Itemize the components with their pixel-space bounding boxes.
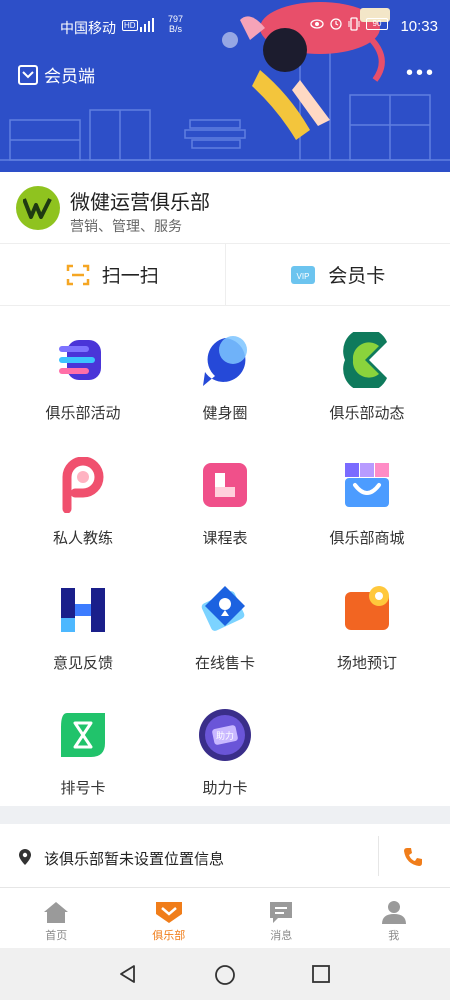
feature-grid: 俱乐部活动 健身圈 俱乐部动态 私人教练 课程表 俱乐部商城 意见反馈 在线售卡… [0,306,450,806]
club-name: 微健运营俱乐部 [70,192,210,214]
carrier-name: 中国移动 [60,20,116,36]
schedule-icon [203,463,247,507]
grid-item-club-activity[interactable]: 俱乐部活动 [8,306,158,431]
boost-badge-text: 助力 [216,730,234,741]
eye-icon [310,19,324,29]
scan-button[interactable]: 扫一扫 [0,244,225,305]
member-card-button[interactable]: VIP 会员卡 [224,244,450,305]
battery-icon: 90 [366,18,388,30]
grid-item-venue-booking[interactable]: 场地预订 [292,556,442,681]
message-icon [270,902,293,923]
club-description: 营销、管理、服务 [70,218,182,234]
feedback-icon [61,588,105,632]
status-bar: 中国移动 HD 797 B/s 90 10:33 [0,0,450,52]
home-button-icon[interactable] [214,964,236,986]
grid-item-label: 课程表 [202,530,248,547]
back-icon[interactable] [118,964,138,984]
grid-item-label: 俱乐部活动 [45,405,121,422]
venue-booking-icon [345,586,389,630]
grid-item-label: 私人教练 [52,530,113,547]
speed-value: 797 [168,14,184,24]
personal-trainer-icon [62,457,104,513]
location-pin-icon [19,849,31,865]
vibrate-icon [348,17,360,31]
recent-apps-icon[interactable] [311,964,331,984]
grid-item-online-card-sales[interactable]: 在线售卡 [150,556,300,681]
club-news-icon [343,332,387,388]
tab-label: 消息 [270,930,293,942]
club-store-icon [345,463,389,507]
home-icon [44,902,69,923]
online-card-sales-icon [201,586,245,631]
clock: 10:33 [400,18,438,35]
tab-label: 我 [388,930,400,942]
quick-actions: 扫一扫 VIP 会员卡 [0,244,450,306]
location-bar: 该俱乐部暂未设置位置信息 [0,824,450,888]
club-activity-icon [59,340,101,380]
grid-item-label: 助力卡 [202,780,248,797]
signal-icon [140,18,154,32]
tab-home[interactable]: 首页 [0,888,113,948]
location-text: 该俱乐部暂未设置位置信息 [44,851,225,868]
club-icon [155,902,182,923]
grid-item-club-store[interactable]: 俱乐部商城 [292,431,442,556]
grid-item-label: 意见反馈 [52,655,113,672]
tab-label: 俱乐部 [152,930,186,942]
more-options-icon[interactable]: ••• [406,62,436,85]
boost-card-icon: 助力 [199,709,251,761]
tab-label: 首页 [45,930,68,942]
grid-item-boost-card[interactable]: 助力 助力卡 [150,681,300,806]
club-header[interactable]: 微健运营俱乐部 营销、管理、服务 [0,172,450,244]
grid-item-fitness-circle[interactable]: 健身圈 [150,306,300,431]
vip-card-icon: VIP [291,265,316,284]
grid-item-label: 场地预订 [336,655,397,672]
tab-profile[interactable]: 我 [338,888,450,948]
speed-unit: B/s [169,24,183,34]
club-logo [16,186,60,230]
member-card-label: 会员卡 [328,266,386,287]
grid-item-personal-trainer[interactable]: 私人教练 [8,431,158,556]
queue-card-icon [61,713,105,757]
grid-item-feedback[interactable]: 意见反馈 [8,556,158,681]
bottom-tab-bar: 首页 俱乐部 消息 我 [0,888,450,948]
club-logo-icon [23,198,52,219]
grid-item-label: 俱乐部商城 [329,530,405,547]
tab-messages[interactable]: 消息 [225,888,338,948]
chevron-down-icon [18,64,38,85]
alarm-icon [330,18,342,30]
scan-icon [66,264,89,285]
member-mode-label: 会员端 [44,67,95,86]
phone-icon[interactable] [402,846,424,868]
grid-item-queue-card[interactable]: 排号卡 [8,681,158,806]
status-icons: 90 [310,17,388,31]
grid-item-label: 排号卡 [60,780,106,797]
scan-label: 扫一扫 [101,266,159,287]
header-banner: 中国移动 HD 797 B/s 90 10:33 会员端 ••• [0,0,450,172]
hd-indicator: HD [122,20,138,31]
grid-item-label: 健身圈 [202,405,248,422]
grid-item-label: 在线售卡 [194,655,255,672]
system-navigation-bar [0,948,450,1000]
tab-club[interactable]: 俱乐部 [113,888,226,948]
member-mode-switch[interactable]: 会员端 [18,62,95,87]
section-divider [0,806,450,824]
grid-item-schedule[interactable]: 课程表 [150,431,300,556]
location-divider [378,836,379,876]
grid-item-club-news[interactable]: 俱乐部动态 [292,306,442,431]
network-speed: 797 B/s [168,14,183,34]
grid-item-label: 俱乐部动态 [329,405,405,422]
vip-badge-text: VIP [297,272,310,281]
fitness-circle-icon [203,336,247,386]
profile-icon [381,901,406,924]
